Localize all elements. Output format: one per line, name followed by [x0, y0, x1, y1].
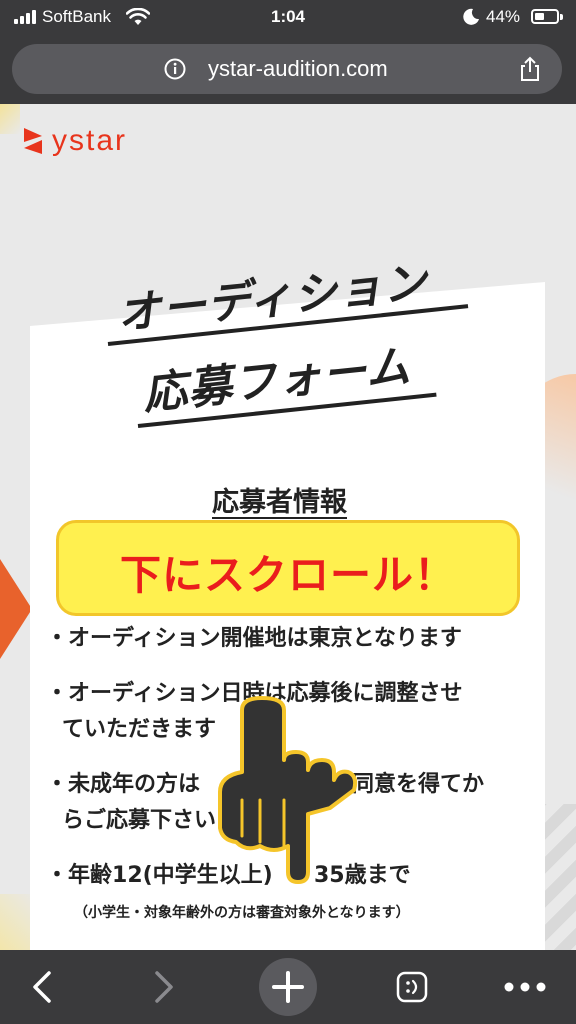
section-heading: 応募者情報 [212, 487, 347, 518]
pointing-hand-icon [218, 696, 358, 884]
scroll-banner: 下にスクロール！ [56, 520, 520, 616]
info-icon[interactable] [164, 58, 186, 80]
age-note: （小学生・対象年齢外の方は審査対象外となります） [74, 905, 410, 921]
browser-address-area: ystar-audition.com [0, 36, 576, 104]
moon-icon [463, 8, 479, 25]
tabs-button[interactable] [390, 950, 434, 1024]
status-bar: SoftBank 1:04 44% [0, 0, 576, 36]
menu-button[interactable] [500, 950, 550, 1024]
back-button[interactable] [18, 950, 66, 1024]
chevron-right-icon [155, 971, 173, 1003]
tabs-icon [396, 971, 428, 1003]
web-page: ystar オーディション 応募フォーム 応募者情報 下にスクロール！ ・オーデ… [0, 104, 576, 950]
url-text[interactable]: ystar-audition.com [208, 56, 388, 82]
browser-toolbar [0, 950, 576, 1024]
list-item-continued: ていただきます [62, 717, 217, 742]
forward-button[interactable] [140, 950, 188, 1024]
battery-tip [560, 14, 563, 20]
list-item: ・未成年の方は [46, 772, 201, 797]
banner-text: 下にスクロール！ [120, 551, 456, 599]
plus-icon [259, 958, 317, 1016]
list-item-continued: らご応募下さい [62, 808, 217, 833]
share-icon[interactable] [516, 55, 544, 83]
battery-percent: 44% [486, 7, 521, 26]
list-item: ・オーディション開催地は東京となります [46, 626, 462, 651]
chevron-left-icon [33, 971, 51, 1003]
address-bar[interactable]: ystar-audition.com [12, 44, 562, 94]
battery-icon [531, 9, 559, 24]
new-tab-button[interactable] [258, 950, 318, 1024]
more-icon [504, 982, 546, 992]
